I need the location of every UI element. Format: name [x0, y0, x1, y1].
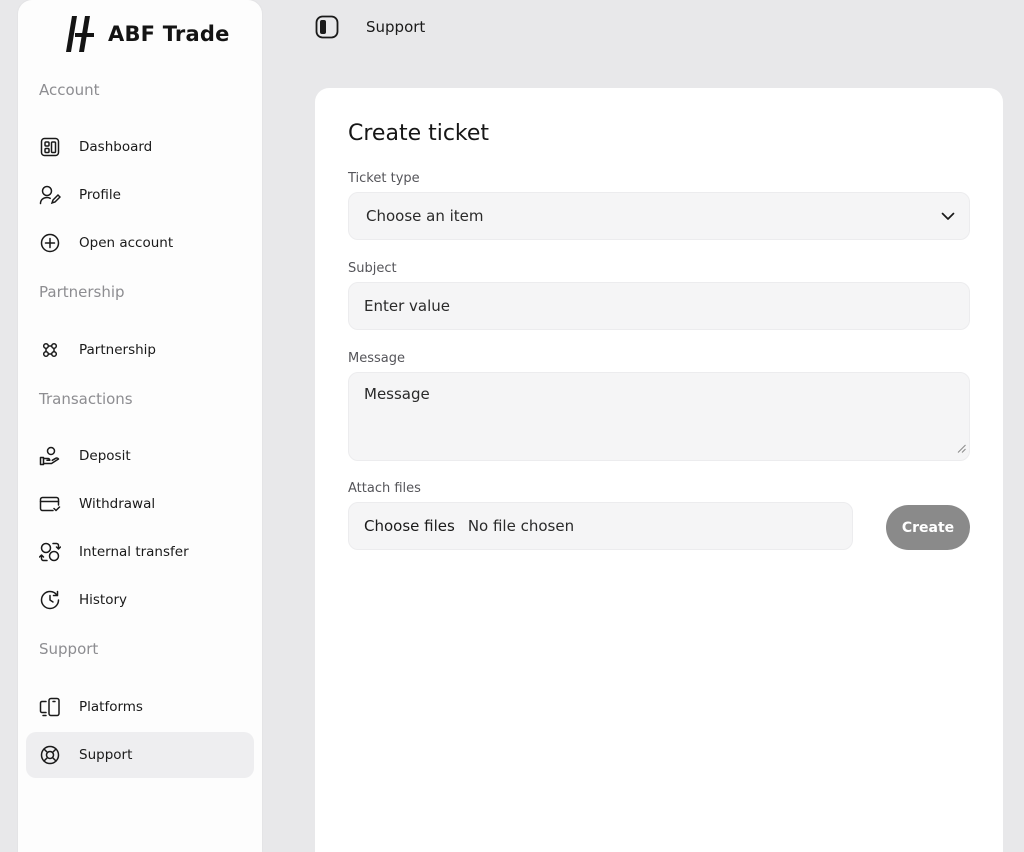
- ticket-type-value: Choose an item: [366, 207, 484, 225]
- form-title: Create ticket: [348, 121, 490, 146]
- sidebar-item-label: Dashboard: [79, 139, 153, 155]
- sidebar-item-history[interactable]: History: [26, 577, 254, 623]
- sidebar-item-label: Deposit: [79, 448, 131, 464]
- subject-input[interactable]: Enter value: [348, 282, 970, 330]
- sidebar-item-internal-transfer[interactable]: Internal transfer: [26, 529, 254, 575]
- sidebar-item-deposit[interactable]: Deposit: [26, 433, 254, 479]
- resize-handle-icon[interactable]: [957, 439, 966, 457]
- plus-circle-icon: [38, 231, 62, 255]
- sidebar: ABF Trade Account Dashboard Profile Open…: [18, 0, 262, 852]
- sidebar-item-label: History: [79, 592, 128, 608]
- sidebar-item-withdrawal[interactable]: Withdrawal: [26, 481, 254, 527]
- subject-label: Subject: [348, 261, 397, 276]
- ticket-type-select[interactable]: Choose an item: [348, 192, 970, 240]
- transfer-icon: [38, 540, 62, 564]
- file-status-text: No file chosen: [467, 517, 575, 535]
- sidebar-item-profile[interactable]: Profile: [26, 172, 254, 218]
- partnership-icon: [38, 338, 62, 362]
- subject-placeholder: Enter value: [364, 297, 451, 315]
- sidebar-item-open-account[interactable]: Open account: [26, 220, 254, 266]
- message-placeholder: Message: [364, 385, 430, 403]
- sidebar-item-label: Platforms: [79, 699, 143, 715]
- devices-icon: [38, 695, 62, 719]
- lifebuoy-icon: [38, 743, 62, 767]
- create-ticket-card: Create ticket Ticket type Choose an item…: [315, 88, 1003, 852]
- chevron-down-icon: [941, 212, 955, 221]
- brand-name: ABF Trade: [108, 22, 230, 46]
- create-button[interactable]: Create: [886, 505, 970, 550]
- choose-files-button[interactable]: Choose files: [364, 517, 455, 535]
- sidebar-item-platforms[interactable]: Platforms: [26, 684, 254, 730]
- history-icon: [38, 588, 62, 612]
- sidebar-item-label: Partnership: [79, 342, 156, 358]
- brand-logo[interactable]: ABF Trade: [66, 16, 230, 52]
- sidebar-item-label: Internal transfer: [79, 544, 189, 560]
- sidebar-item-label: Support: [79, 747, 133, 763]
- attach-files-label: Attach files: [348, 481, 421, 496]
- ticket-type-label: Ticket type: [348, 171, 420, 186]
- dashboard-icon: [38, 135, 62, 159]
- message-textarea[interactable]: Message: [348, 372, 970, 461]
- top-header: Support: [315, 14, 425, 40]
- deposit-icon: [38, 444, 62, 468]
- message-label: Message: [348, 351, 405, 366]
- section-title-account: Account: [39, 81, 100, 99]
- file-input[interactable]: Choose files No file chosen: [348, 502, 853, 550]
- section-title-transactions: Transactions: [39, 390, 133, 408]
- profile-icon: [38, 183, 62, 207]
- sidebar-item-support[interactable]: Support: [26, 732, 254, 778]
- sidebar-item-partnership[interactable]: Partnership: [26, 327, 254, 373]
- card-icon: [38, 492, 62, 516]
- brand-logo-icon: [66, 16, 94, 52]
- page-title: Support: [366, 18, 426, 36]
- sidebar-toggle-icon[interactable]: [315, 15, 339, 39]
- section-title-support: Support: [39, 640, 99, 658]
- sidebar-item-label: Profile: [79, 187, 121, 203]
- sidebar-item-label: Withdrawal: [79, 496, 156, 512]
- sidebar-item-dashboard[interactable]: Dashboard: [26, 124, 254, 170]
- sidebar-item-label: Open account: [79, 235, 174, 251]
- section-title-partnership: Partnership: [39, 283, 125, 301]
